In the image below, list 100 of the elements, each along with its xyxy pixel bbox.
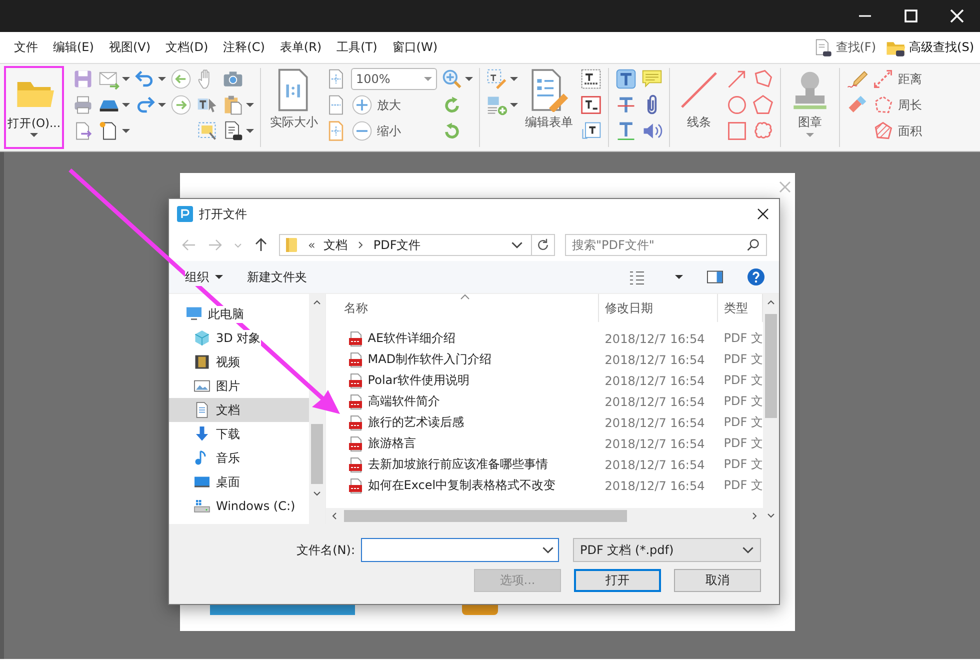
menu-item[interactable]: 注释(C) — [217, 39, 274, 56]
file-name[interactable]: MAD制作软件入门介绍 — [348, 351, 492, 368]
plus-icon — [351, 94, 373, 116]
file-name[interactable]: 旅行的艺术读后感 — [348, 414, 464, 431]
maximize-icon[interactable] — [904, 9, 918, 23]
breadcrumb-item[interactable]: 文档 — [323, 236, 348, 254]
nav-item[interactable]: 桌面 — [169, 470, 309, 494]
scroll-thumb[interactable] — [765, 314, 777, 418]
file-name[interactable]: 高端软件简介 — [348, 393, 440, 410]
edit-form-button[interactable]: 编辑表单 — [522, 66, 576, 149]
stamp-button[interactable]: 图章 — [787, 66, 833, 149]
nav-item[interactable]: 视频 — [169, 350, 309, 374]
help-icon[interactable] — [747, 268, 765, 286]
file-name-field[interactable] — [361, 538, 559, 562]
marquee-icon[interactable] — [196, 120, 218, 142]
dialog-button[interactable]: 取消 — [674, 569, 761, 592]
pencil-icon[interactable] — [846, 68, 868, 90]
close-icon[interactable] — [757, 208, 769, 220]
download-icon — [193, 425, 211, 443]
nav-item[interactable]: 图片 — [169, 374, 309, 398]
pdf-file-icon — [348, 414, 364, 430]
menu-item[interactable]: 工具(T) — [330, 39, 386, 56]
actual-size-button[interactable]: 实际大小 — [267, 66, 321, 149]
column-header[interactable]: 修改日期 — [598, 294, 718, 322]
breadcrumb-overflow[interactable]: « — [308, 238, 316, 252]
nav-item[interactable]: 此电脑 — [169, 302, 309, 326]
caret-icon — [806, 133, 814, 137]
menu-item[interactable]: 窗口(W) — [386, 39, 447, 56]
file-name[interactable]: 旅游格言 — [348, 435, 416, 452]
nav-item[interactable]: Windows (C:) — [169, 494, 309, 518]
polygon-icon[interactable] — [752, 68, 774, 90]
pentagon-icon[interactable] — [752, 94, 774, 116]
file-type: PDF 文 — [722, 414, 763, 431]
cube-icon — [193, 329, 211, 347]
measure-button[interactable]: 周长 — [872, 94, 922, 116]
highlight-text-icon[interactable] — [615, 68, 637, 90]
refresh-icon — [536, 238, 550, 252]
caret-icon[interactable] — [158, 77, 166, 81]
menu-item[interactable]: 文档(D) — [160, 39, 218, 56]
chevron-down-icon[interactable] — [511, 239, 523, 251]
file-name[interactable]: 如何在Excel中复制表格格式不改变 — [348, 477, 556, 494]
chevron-down-icon[interactable] — [542, 544, 554, 556]
caret-icon[interactable] — [510, 103, 518, 107]
caret-icon[interactable] — [465, 77, 473, 81]
menu-item[interactable]: 文件 — [8, 39, 47, 56]
text-flow-icon[interactable] — [580, 120, 602, 142]
arrow-icon[interactable] — [726, 68, 748, 90]
circle-icon[interactable] — [726, 94, 748, 116]
nav-item[interactable]: 3D 对象 — [169, 326, 309, 350]
image-field-icon[interactable] — [486, 94, 508, 116]
pdf-file-icon — [348, 478, 364, 494]
caret-icon[interactable] — [122, 77, 130, 81]
underline-icon[interactable] — [615, 120, 637, 142]
search-field[interactable]: 搜索"PDF文件" — [565, 234, 767, 256]
organize-menu[interactable]: 组织 — [185, 268, 223, 286]
caret-icon[interactable] — [510, 77, 518, 81]
search-icon[interactable] — [746, 238, 760, 252]
preview-pane-icon[interactable] — [707, 269, 723, 285]
caret-icon[interactable] — [675, 275, 683, 279]
line-button[interactable]: 线条 — [676, 66, 722, 149]
up-arrow-icon[interactable] — [253, 237, 269, 253]
text-field-icon[interactable] — [580, 68, 602, 90]
measure-button[interactable]: 面积 — [872, 120, 922, 142]
measure-button[interactable]: 距离 — [872, 68, 922, 90]
scroll-thumb[interactable] — [310, 424, 323, 484]
file-type-dropdown[interactable]: PDF 文档 (*.pdf) — [573, 538, 761, 562]
find-button[interactable]: 查找(F) — [812, 38, 876, 58]
file-name[interactable]: AE软件详细介绍 — [348, 330, 456, 347]
zoom-dropdown[interactable]: 100% — [351, 68, 437, 90]
zoom-in-button[interactable]: 放大 — [351, 94, 437, 116]
breadcrumb-item[interactable]: PDF文件 — [373, 236, 421, 254]
file-name[interactable]: Polar软件使用说明 — [348, 372, 470, 389]
file-name[interactable]: 去新加坡旅行前应该准备哪些事情 — [348, 456, 548, 473]
scroll-thumb[interactable] — [344, 510, 627, 522]
menu-item[interactable]: 视图(V) — [102, 39, 160, 56]
view-list-icon[interactable] — [629, 269, 645, 285]
caret-icon[interactable] — [158, 103, 166, 107]
open-button[interactable]: 打开(O)... — [4, 66, 64, 149]
dialog-button[interactable]: 打开 — [574, 569, 661, 592]
caret-icon[interactable] — [122, 129, 130, 133]
text-box-icon[interactable] — [580, 94, 602, 116]
nav-item[interactable]: 文档 — [169, 398, 309, 422]
film-icon — [193, 353, 211, 371]
caret-icon[interactable] — [246, 103, 254, 107]
nav-item[interactable]: 音乐 — [169, 446, 309, 470]
menu-item[interactable]: 表单(R) — [274, 39, 331, 56]
column-header[interactable]: 名称 — [336, 294, 599, 322]
menu-item[interactable]: 编辑(E) — [47, 39, 103, 56]
new-folder-button[interactable]: 新建文件夹 — [247, 268, 307, 286]
advanced-search-button[interactable]: 高级查找(S) — [886, 38, 974, 58]
clipboard-icon[interactable] — [222, 94, 244, 116]
address-bar[interactable]: « 文档 PDF文件 — [279, 234, 555, 256]
rectangle-icon[interactable] — [726, 120, 748, 142]
caret-icon[interactable] — [122, 103, 130, 107]
nav-item[interactable]: 下载 — [169, 422, 309, 446]
caret-icon[interactable] — [246, 129, 254, 133]
file-type: PDF 文 — [722, 372, 763, 389]
computer-icon — [185, 305, 203, 323]
form-field-icon[interactable] — [486, 68, 508, 90]
zoom-out-button[interactable]: 缩小 — [351, 120, 437, 142]
